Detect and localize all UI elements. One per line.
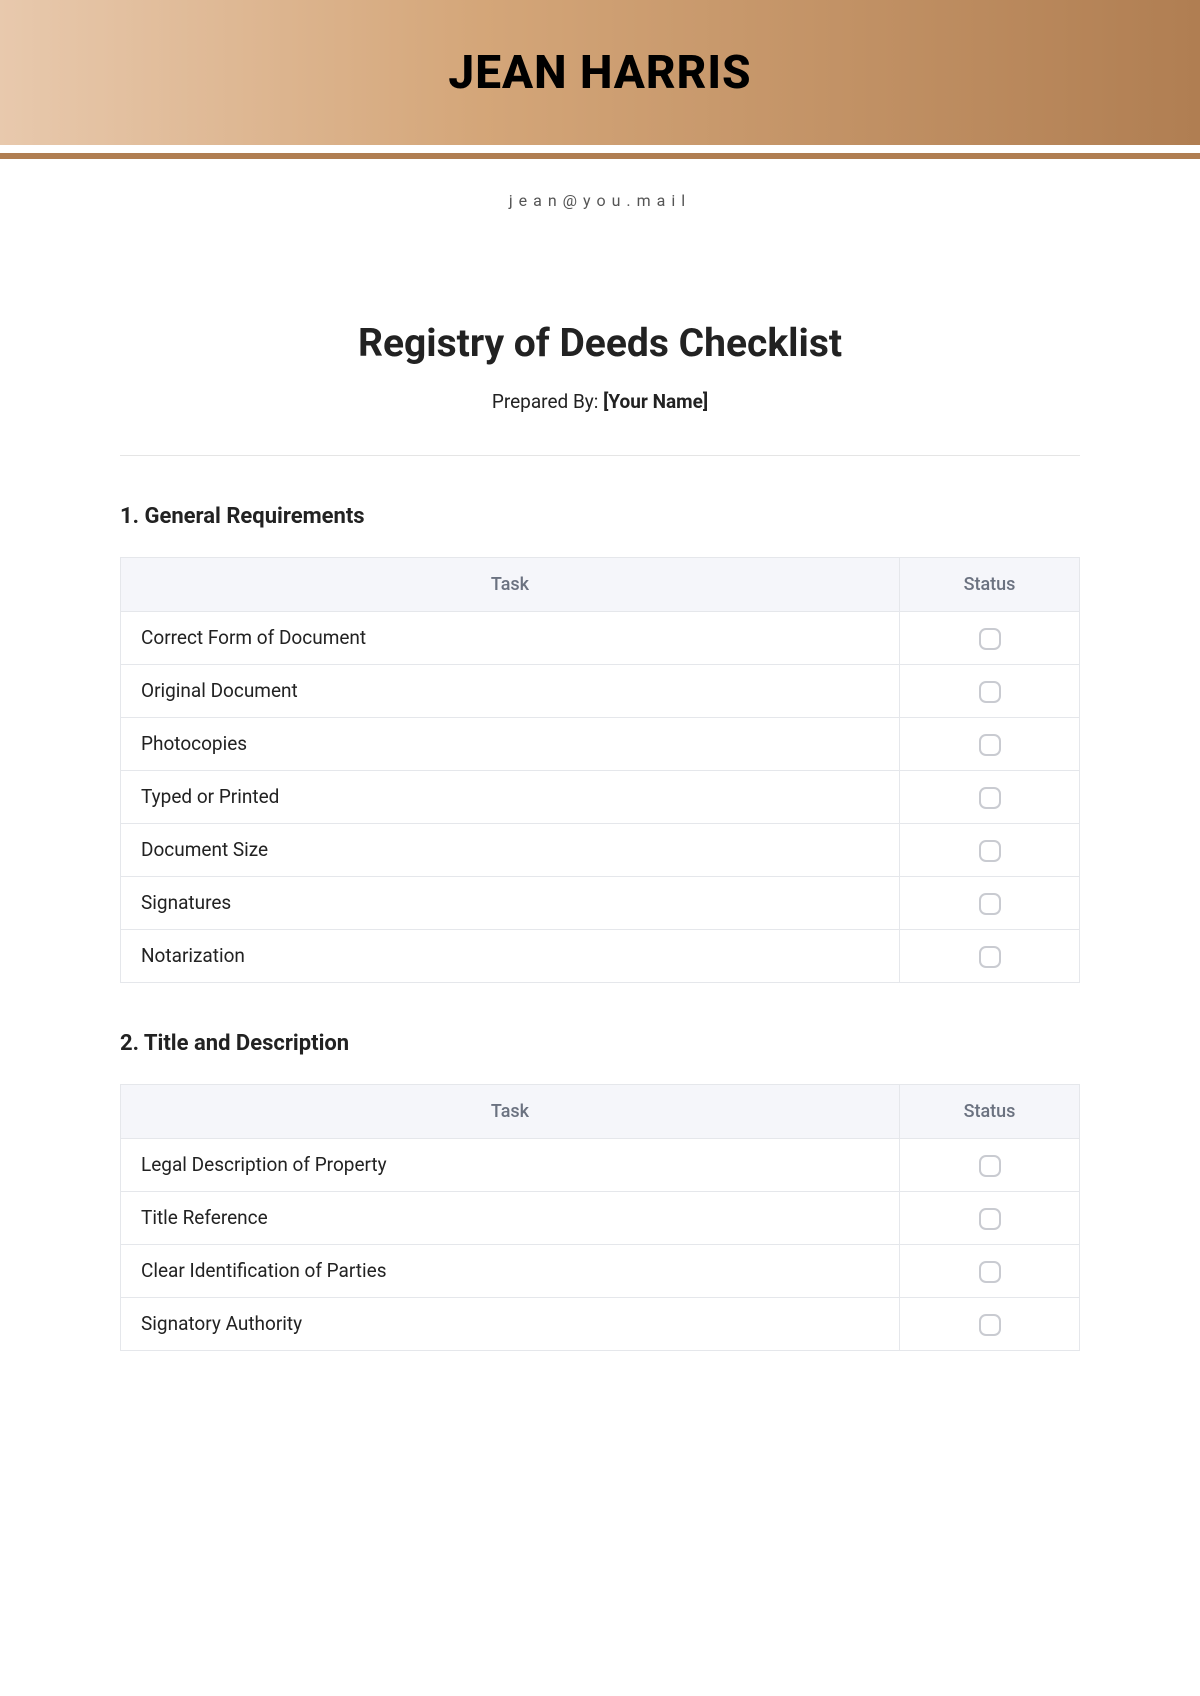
table-row: Original Document (121, 664, 1080, 717)
header-banner: JEAN HARRIS (0, 0, 1200, 145)
table-row: Photocopies (121, 717, 1080, 770)
task-cell: Title Reference (121, 1191, 900, 1244)
checkbox-icon[interactable] (979, 734, 1001, 756)
prepared-by: Prepared By: [Your Name] (120, 390, 1080, 413)
checkbox-icon[interactable] (979, 840, 1001, 862)
task-cell: Typed or Printed (121, 770, 900, 823)
checkbox-icon[interactable] (979, 681, 1001, 703)
table-row: Legal Description of Property (121, 1138, 1080, 1191)
content-area: Registry of Deeds Checklist Prepared By:… (0, 320, 1200, 1351)
table-row: Notarization (121, 929, 1080, 982)
table-row: Correct Form of Document (121, 612, 1080, 665)
status-cell (900, 1244, 1080, 1297)
column-header-task: Task (121, 1084, 900, 1138)
status-cell (900, 876, 1080, 929)
column-header-status: Status (900, 1084, 1080, 1138)
status-cell (900, 1138, 1080, 1191)
checkbox-icon[interactable] (979, 787, 1001, 809)
task-cell: Notarization (121, 929, 900, 982)
task-cell: Original Document (121, 664, 900, 717)
table-row: Title Reference (121, 1191, 1080, 1244)
section-title-1: 1. General Requirements (120, 504, 1080, 529)
status-cell (900, 823, 1080, 876)
accent-bar (0, 153, 1200, 159)
status-cell (900, 664, 1080, 717)
column-header-task: Task (121, 558, 900, 612)
column-header-status: Status (900, 558, 1080, 612)
task-cell: Clear Identification of Parties (121, 1244, 900, 1297)
task-cell: Signatory Authority (121, 1297, 900, 1350)
table-row: Document Size (121, 823, 1080, 876)
checkbox-icon[interactable] (979, 1155, 1001, 1177)
status-cell (900, 770, 1080, 823)
status-cell (900, 929, 1080, 982)
task-cell: Correct Form of Document (121, 612, 900, 665)
checkbox-icon[interactable] (979, 946, 1001, 968)
checkbox-icon[interactable] (979, 1208, 1001, 1230)
checklist-table-2: Task Status Legal Description of Propert… (120, 1084, 1080, 1351)
checkbox-icon[interactable] (979, 1314, 1001, 1336)
header-name: JEAN HARRIS (448, 46, 751, 100)
table-row: Signatures (121, 876, 1080, 929)
checklist-table-1: Task Status Correct Form of Document Ori… (120, 557, 1080, 983)
checkbox-icon[interactable] (979, 628, 1001, 650)
divider (120, 455, 1080, 456)
checkbox-icon[interactable] (979, 1261, 1001, 1283)
prepared-by-value: [Your Name] (603, 390, 708, 413)
task-cell: Signatures (121, 876, 900, 929)
header-email: jean@you.mail (0, 191, 1200, 210)
table-row: Signatory Authority (121, 1297, 1080, 1350)
section-title-2: 2. Title and Description (120, 1031, 1080, 1056)
status-cell (900, 717, 1080, 770)
table-row: Typed or Printed (121, 770, 1080, 823)
status-cell (900, 612, 1080, 665)
document-title: Registry of Deeds Checklist (120, 320, 1080, 366)
checkbox-icon[interactable] (979, 893, 1001, 915)
prepared-by-label: Prepared By: (492, 390, 603, 413)
status-cell (900, 1297, 1080, 1350)
status-cell (900, 1191, 1080, 1244)
task-cell: Document Size (121, 823, 900, 876)
task-cell: Legal Description of Property (121, 1138, 900, 1191)
task-cell: Photocopies (121, 717, 900, 770)
table-row: Clear Identification of Parties (121, 1244, 1080, 1297)
